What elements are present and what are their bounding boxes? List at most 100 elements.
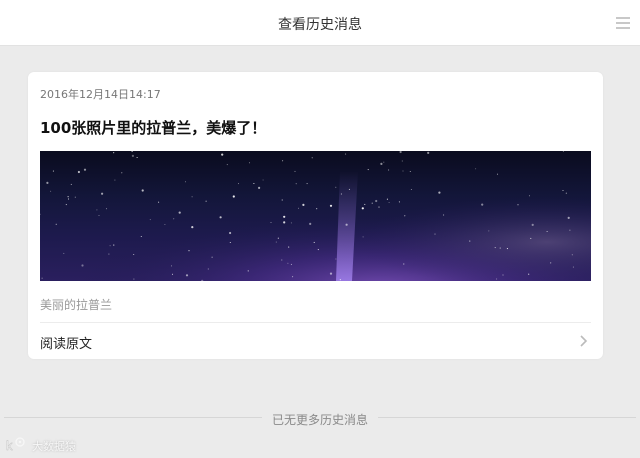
star — [77, 170, 80, 174]
star — [52, 170, 54, 172]
star — [481, 203, 484, 206]
star — [282, 160, 284, 162]
star — [571, 254, 573, 256]
star — [247, 270, 249, 272]
star — [287, 262, 289, 264]
star — [399, 151, 402, 154]
star — [367, 169, 369, 171]
star — [283, 221, 286, 224]
star — [383, 161, 385, 163]
read-more-link[interactable]: 阅读原文 — [28, 323, 603, 359]
star — [211, 256, 213, 258]
star — [569, 229, 571, 231]
star — [133, 278, 135, 280]
star — [133, 253, 135, 256]
star — [475, 168, 477, 170]
star — [404, 215, 406, 217]
star — [50, 190, 52, 192]
star — [378, 206, 380, 208]
star — [572, 266, 574, 268]
star — [311, 157, 313, 159]
star — [275, 241, 277, 243]
read-more-label: 阅读原文 — [40, 337, 93, 352]
star — [295, 183, 297, 185]
article-card: 2016年12月14日14:17 100张照片里的拉普兰，美爆了！ 美丽的拉普兰… — [28, 72, 603, 359]
star — [502, 274, 504, 276]
star — [517, 204, 519, 206]
star — [191, 226, 194, 229]
star — [562, 189, 564, 192]
article-headline[interactable]: 100张照片里的拉普兰，美爆了！ — [40, 117, 266, 138]
star — [108, 253, 110, 255]
star — [434, 233, 436, 235]
star — [141, 189, 144, 192]
star — [232, 195, 235, 198]
star — [340, 193, 342, 195]
star — [63, 252, 65, 254]
star — [401, 160, 403, 162]
star — [290, 222, 292, 224]
star — [565, 192, 567, 194]
star — [74, 196, 76, 198]
star — [188, 250, 190, 252]
star — [113, 244, 115, 246]
star — [496, 173, 499, 175]
star — [302, 203, 305, 206]
article-date: 2016年12月14日14:17 — [40, 88, 161, 101]
star — [335, 186, 337, 188]
star — [105, 208, 108, 210]
chevron-right-icon — [580, 335, 588, 347]
end-of-history: 已无更多历史消息 — [0, 409, 640, 428]
star — [185, 274, 189, 277]
star — [409, 170, 411, 173]
article-cover-image[interactable] — [40, 151, 591, 281]
menu-icon-line — [616, 22, 630, 24]
star — [288, 246, 290, 248]
star — [226, 164, 228, 166]
page-title: 查看历史消息 — [278, 17, 362, 33]
star — [121, 172, 123, 174]
watermark-logo: k — [6, 437, 25, 453]
star — [345, 153, 347, 155]
star — [398, 201, 400, 203]
star — [335, 258, 337, 260]
star — [283, 215, 286, 218]
star — [297, 207, 300, 209]
star — [386, 198, 388, 200]
star — [371, 202, 373, 204]
star — [171, 273, 174, 275]
star — [178, 211, 181, 214]
star — [113, 152, 115, 154]
starry-sky-illustration — [40, 151, 591, 281]
star — [164, 223, 166, 226]
menu-icon[interactable] — [616, 17, 630, 29]
star — [388, 169, 390, 171]
star — [362, 236, 364, 238]
star — [345, 223, 348, 226]
star — [329, 204, 333, 207]
star — [67, 196, 69, 198]
star — [248, 162, 251, 164]
star — [469, 240, 471, 242]
star — [438, 191, 441, 194]
star — [361, 207, 364, 210]
star — [131, 154, 134, 157]
star — [65, 204, 67, 206]
star — [98, 214, 100, 217]
star — [270, 221, 272, 224]
star — [55, 223, 57, 225]
star — [402, 170, 404, 172]
star — [294, 170, 296, 172]
star — [46, 181, 49, 184]
star — [290, 263, 292, 265]
star — [221, 153, 224, 156]
star — [191, 196, 193, 198]
star — [506, 248, 508, 250]
star — [281, 259, 283, 261]
star — [546, 230, 548, 233]
star — [253, 182, 255, 185]
star — [81, 264, 84, 267]
star — [531, 223, 534, 226]
star — [499, 247, 501, 249]
star — [170, 265, 173, 267]
